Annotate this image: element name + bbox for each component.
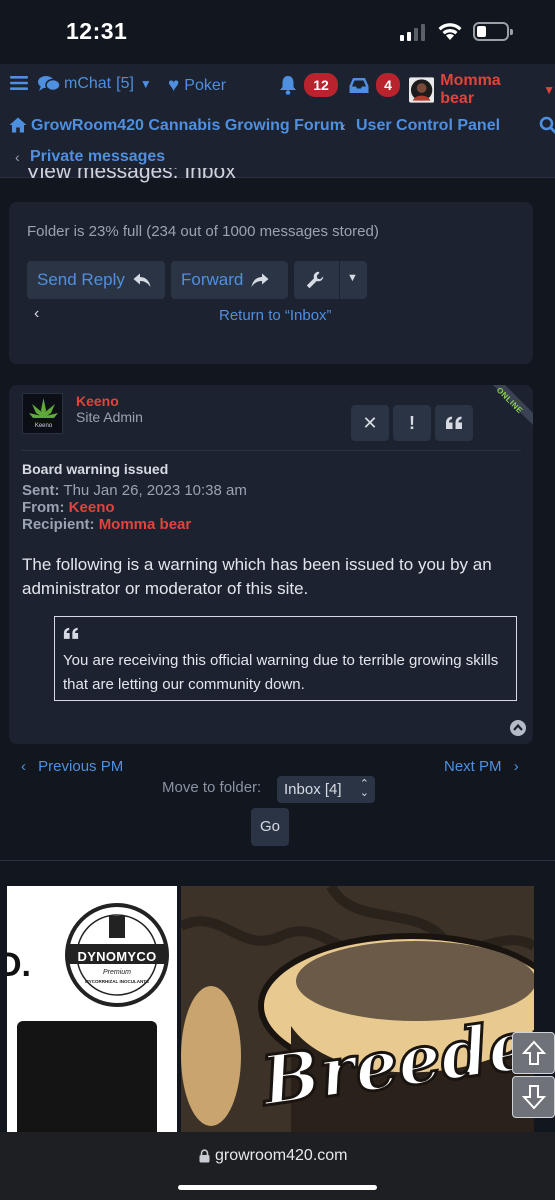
dynomyco-brand: DYNOMYCO (77, 949, 157, 964)
previous-pm-link[interactable]: ‹ Previous PM (21, 758, 123, 775)
report-button[interactable]: ! (393, 405, 431, 441)
mchat-count: [5] (116, 75, 134, 92)
reply-icon (133, 273, 151, 287)
breadcrumb-forum[interactable]: GrowRoom420 Cannabis Growing Forum (31, 117, 344, 135)
notifications-badge: 12 (304, 73, 338, 97)
select-arrows-icon: ⌃ ⌄ (359, 778, 369, 799)
cellular-signal-icon (400, 24, 425, 41)
caret-down-icon: ▼ (543, 83, 555, 97)
quote-block: You are receiving this official warning … (54, 616, 517, 701)
sent-line: Sent: Thu Jan 26, 2023 10:38 am (22, 482, 247, 499)
private-messages-button[interactable]: 4 (349, 73, 400, 97)
battery-icon (473, 22, 513, 41)
home-icon (9, 117, 27, 133)
folder-panel: Folder is 23% full (234 out of 1000 mess… (9, 202, 533, 364)
author-name[interactable]: Keeno (76, 393, 119, 409)
next-pm-link[interactable]: Next PM › (444, 758, 519, 775)
from-value[interactable]: Keeno (69, 499, 115, 516)
author-avatar[interactable]: Keeno (22, 393, 63, 434)
arrow-down-icon (521, 1085, 546, 1110)
ad-banner-breeder[interactable]: Breeder (181, 886, 534, 1132)
avatar-caption: Keeno (34, 423, 53, 429)
forward-button[interactable]: Forward (171, 261, 288, 299)
username-label: Momma bear (440, 72, 501, 107)
messages-badge: 4 (376, 73, 400, 97)
folder-status: Folder is 23% full (234 out of 1000 mess… (27, 223, 379, 240)
recipient-label: Recipient: (22, 516, 95, 533)
breadcrumb-ucp[interactable]: User Control Panel (356, 117, 500, 135)
delete-button[interactable]: ✕ (351, 405, 389, 441)
next-pm-label: Next PM (444, 758, 502, 775)
message-panel: ONLINE Keeno Keeno Site Admin ✕ ! Board … (9, 385, 533, 744)
recipient-value[interactable]: Momma bear (99, 516, 192, 533)
inbox-icon (349, 77, 369, 93)
user-menu[interactable]: Momma bear ▼ (409, 72, 555, 108)
breadcrumb-pm[interactable]: Private messages (30, 148, 165, 166)
chevron-left-icon: ‹ (341, 118, 346, 134)
quote-icon (446, 416, 462, 429)
previous-pm-label: Previous PM (38, 758, 124, 775)
dynomyco-premium: Premium (102, 969, 131, 976)
author-rank: Site Admin (76, 409, 143, 425)
wrench-icon (306, 271, 324, 289)
hamburger-icon (10, 76, 28, 90)
chevron-right-icon: › (513, 758, 519, 775)
go-button[interactable]: Go (251, 808, 289, 846)
search-icon[interactable] (539, 116, 555, 134)
chevron-left-icon: ‹ (15, 149, 20, 165)
quote-button[interactable] (435, 405, 473, 441)
send-reply-button[interactable]: Send Reply (27, 261, 165, 299)
mchat-link[interactable]: mChat [5] ▼ (38, 75, 152, 93)
move-to-folder-label: Move to folder: (162, 779, 262, 796)
home-indicator (178, 1185, 377, 1190)
status-clock: 12:31 (66, 18, 128, 44)
chevron-left-icon[interactable]: ‹ (34, 305, 39, 323)
scroll-up-button[interactable] (512, 1032, 555, 1074)
bell-icon (280, 76, 296, 95)
poker-label: Poker (184, 77, 227, 94)
send-reply-label: Send Reply (37, 270, 125, 289)
poker-link[interactable]: ♥ Poker (168, 75, 226, 97)
sent-label: Sent: (22, 482, 60, 499)
tools-dropdown[interactable]: ▼ (294, 261, 367, 299)
notifications-button[interactable]: 12 (279, 73, 338, 97)
quote-text: You are receiving this official warning … (63, 652, 499, 693)
from-label: From: (22, 499, 65, 516)
scroll-down-button[interactable] (512, 1076, 555, 1118)
message-subject: Board warning issued (22, 461, 169, 477)
close-icon: ✕ (362, 412, 378, 433)
mchat-label: mChat (64, 75, 112, 92)
lock-icon (199, 1149, 210, 1163)
url-text: growroom420.com (215, 1147, 348, 1164)
recipient-line: Recipient: Momma bear (22, 516, 191, 533)
ad-banner-dynomyco[interactable]: D. DYNOMYCO Premium MYCORRHIZAL INOCULAN… (7, 886, 177, 1132)
menu-button[interactable] (10, 75, 28, 91)
forward-label: Forward (181, 270, 244, 289)
chat-bubbles-icon (38, 76, 60, 92)
from-line: From: Keeno (22, 499, 115, 516)
back-to-top-icon[interactable] (509, 719, 527, 737)
user-avatar (409, 77, 435, 103)
return-to-inbox-link[interactable]: Return to “Inbox” (219, 307, 332, 324)
arrow-up-icon (521, 1040, 546, 1065)
top-navbar: mChat [5] ▼ ♥ Poker 12 4 Momma bear ▼ (0, 64, 555, 108)
chevron-left-icon: ‹ (21, 758, 26, 775)
wifi-icon (438, 23, 462, 40)
cannabis-leaf-icon (29, 398, 58, 418)
heart-icon: ♥ (168, 75, 180, 96)
exclamation-icon: ! (409, 412, 415, 433)
folder-select-value: Inbox [4] (284, 781, 342, 798)
forward-icon (251, 273, 269, 287)
quote-icon (63, 627, 79, 639)
status-bar: 12:31 (0, 0, 555, 64)
ad-cut-text: D. (7, 946, 31, 984)
folder-select[interactable]: Inbox [4] ⌃ ⌄ (277, 776, 375, 803)
message-body: The following is a warning which has bee… (22, 555, 492, 598)
caret-down-icon: ▼ (139, 77, 152, 91)
browser-address-bar[interactable]: growroom420.com (0, 1132, 555, 1200)
caret-down-icon: ▼ (347, 272, 358, 284)
page-title: View messages: Inbox (26, 168, 236, 183)
dynomyco-sub: MYCORRHIZAL INOCULANTS (85, 979, 149, 984)
sent-value: Thu Jan 26, 2023 10:38 am (63, 482, 247, 499)
